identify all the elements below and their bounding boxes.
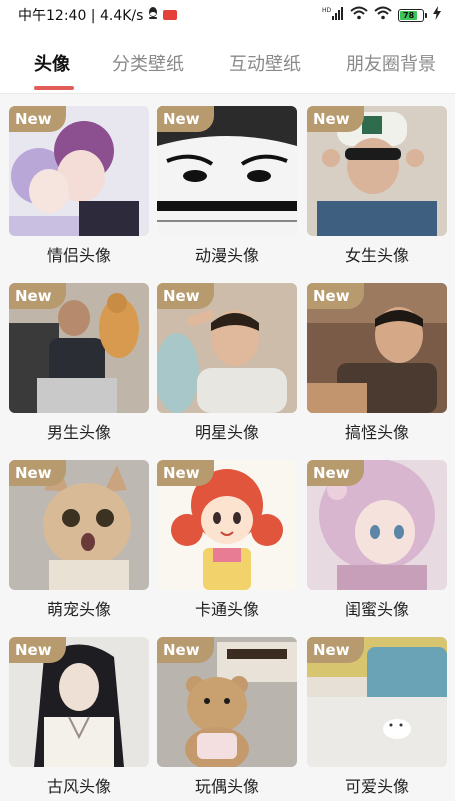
tab-interactive-wallpaper[interactable]: 互动壁纸: [229, 50, 301, 76]
category-card-cute[interactable]: New 可爱头像: [307, 637, 447, 797]
status-time-speed: 中午12:40 | 4.4K/s: [18, 8, 144, 24]
card-label: 搞怪头像: [344, 423, 409, 442]
new-badge: New: [9, 283, 66, 309]
category-card-doll[interactable]: New 玩偶头像: [157, 637, 297, 797]
red-app-badge-icon: [163, 10, 178, 20]
category-card-bestie[interactable]: New 闺蜜头像: [307, 460, 447, 620]
card-label: 古风头像: [46, 777, 111, 796]
hd-signal-icon: HD: [322, 6, 344, 24]
new-badge: New: [9, 106, 66, 132]
new-badge: New: [307, 106, 364, 132]
card-label: 萌宠头像: [46, 600, 111, 619]
battery-level: 78: [400, 10, 418, 20]
status-bar: 中午12:40 | 4.4K/s HD 78: [0, 0, 455, 30]
new-badge: New: [157, 283, 214, 309]
new-badge: New: [9, 637, 66, 663]
card-label: 玩偶头像: [194, 777, 259, 796]
wifi-icon: [374, 6, 392, 24]
new-badge: New: [307, 283, 364, 309]
new-badge: New: [307, 637, 364, 663]
tab-category-wallpaper[interactable]: 分类壁纸: [112, 50, 184, 76]
category-card-ancient-style[interactable]: New 古风头像: [9, 637, 149, 797]
active-tab-indicator: [34, 86, 74, 90]
category-card-boys[interactable]: New 男生头像: [9, 283, 149, 443]
card-label: 闺蜜头像: [344, 600, 409, 619]
battery-icon: 78: [398, 8, 427, 22]
category-card-cartoon[interactable]: New 卡通头像: [157, 460, 297, 620]
svg-text:HD: HD: [322, 7, 332, 14]
tab-moments-background[interactable]: 朋友圈背景: [346, 50, 436, 76]
card-label: 动漫头像: [194, 246, 259, 265]
category-card-couple[interactable]: New 情侣头像: [9, 106, 149, 266]
category-card-pets[interactable]: New 萌宠头像: [9, 460, 149, 620]
card-label: 男生头像: [46, 423, 111, 442]
category-card-funny[interactable]: New 搞怪头像: [307, 283, 447, 443]
category-card-celebrity[interactable]: New 明星头像: [157, 283, 297, 443]
category-card-girls[interactable]: New 女生头像: [307, 106, 447, 266]
card-label: 明星头像: [194, 423, 259, 442]
category-tab-bar: 头像 分类壁纸 互动壁纸 朋友圈背景: [0, 30, 455, 94]
qq-icon: [147, 6, 159, 24]
new-badge: New: [9, 460, 66, 486]
new-badge: New: [157, 460, 214, 486]
card-label: 女生头像: [344, 246, 409, 265]
wifi-icon: [350, 6, 368, 24]
tab-avatar[interactable]: 头像: [34, 50, 70, 76]
card-label: 卡通头像: [194, 600, 259, 619]
charging-icon: [433, 6, 441, 24]
category-card-anime[interactable]: New 动漫头像: [157, 106, 297, 266]
new-badge: New: [157, 106, 214, 132]
card-label: 情侣头像: [46, 246, 111, 265]
new-badge: New: [157, 637, 214, 663]
card-label: 可爱头像: [344, 777, 409, 796]
new-badge: New: [307, 460, 364, 486]
